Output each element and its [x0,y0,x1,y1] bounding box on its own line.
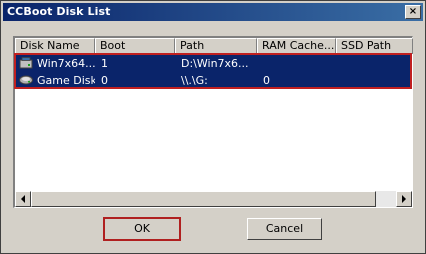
ok-button[interactable]: OK [103,217,181,241]
disk-list-dialog: CCBoot Disk List × Disk Name Boot Path R… [0,0,426,254]
scroll-right-button[interactable] [396,191,412,207]
disk-name-cell: Game Disk [37,74,95,87]
list-item[interactable]: Game Disk 0 \\.\G: 0 [15,72,411,89]
column-header-path[interactable]: Path [175,38,257,54]
arrow-left-icon [21,195,25,203]
ssd-path-cell [342,55,410,72]
title-bar[interactable]: CCBoot Disk List × [3,3,423,21]
close-icon: × [408,6,418,17]
list-item[interactable]: Win7x64... 1 D:\Win7x6... [15,55,411,72]
column-header-ram-cache[interactable]: RAM Cache... [257,38,336,54]
ssd-path-cell [342,72,410,89]
path-cell: D:\Win7x6... [181,57,249,70]
ram-cache-cell: 0 [263,74,270,87]
ram-cache-cell [263,55,333,72]
cancel-button[interactable]: Cancel [247,218,322,240]
scroll-left-button[interactable] [15,191,31,207]
list-header: Disk Name Boot Path RAM Cache... SSD Pat… [15,38,413,55]
game-disk-icon [19,75,33,85]
column-header-ssd-path[interactable]: SSD Path [336,38,413,54]
disk-name-cell: Win7x64... [37,57,95,70]
dialog-title: CCBoot Disk List [7,5,111,18]
close-button[interactable]: × [405,5,421,19]
boot-cell: 1 [101,57,108,70]
column-header-disk-name[interactable]: Disk Name [15,38,95,54]
system-disk-icon [19,57,33,69]
column-header-boot[interactable]: Boot [95,38,175,54]
boot-cell: 0 [101,74,108,87]
path-cell: \\.\G: [181,74,208,87]
disk-list[interactable]: Disk Name Boot Path RAM Cache... SSD Pat… [13,36,413,208]
scroll-thumb[interactable] [31,191,376,207]
arrow-right-icon [402,195,406,203]
horizontal-scrollbar[interactable] [15,191,412,207]
